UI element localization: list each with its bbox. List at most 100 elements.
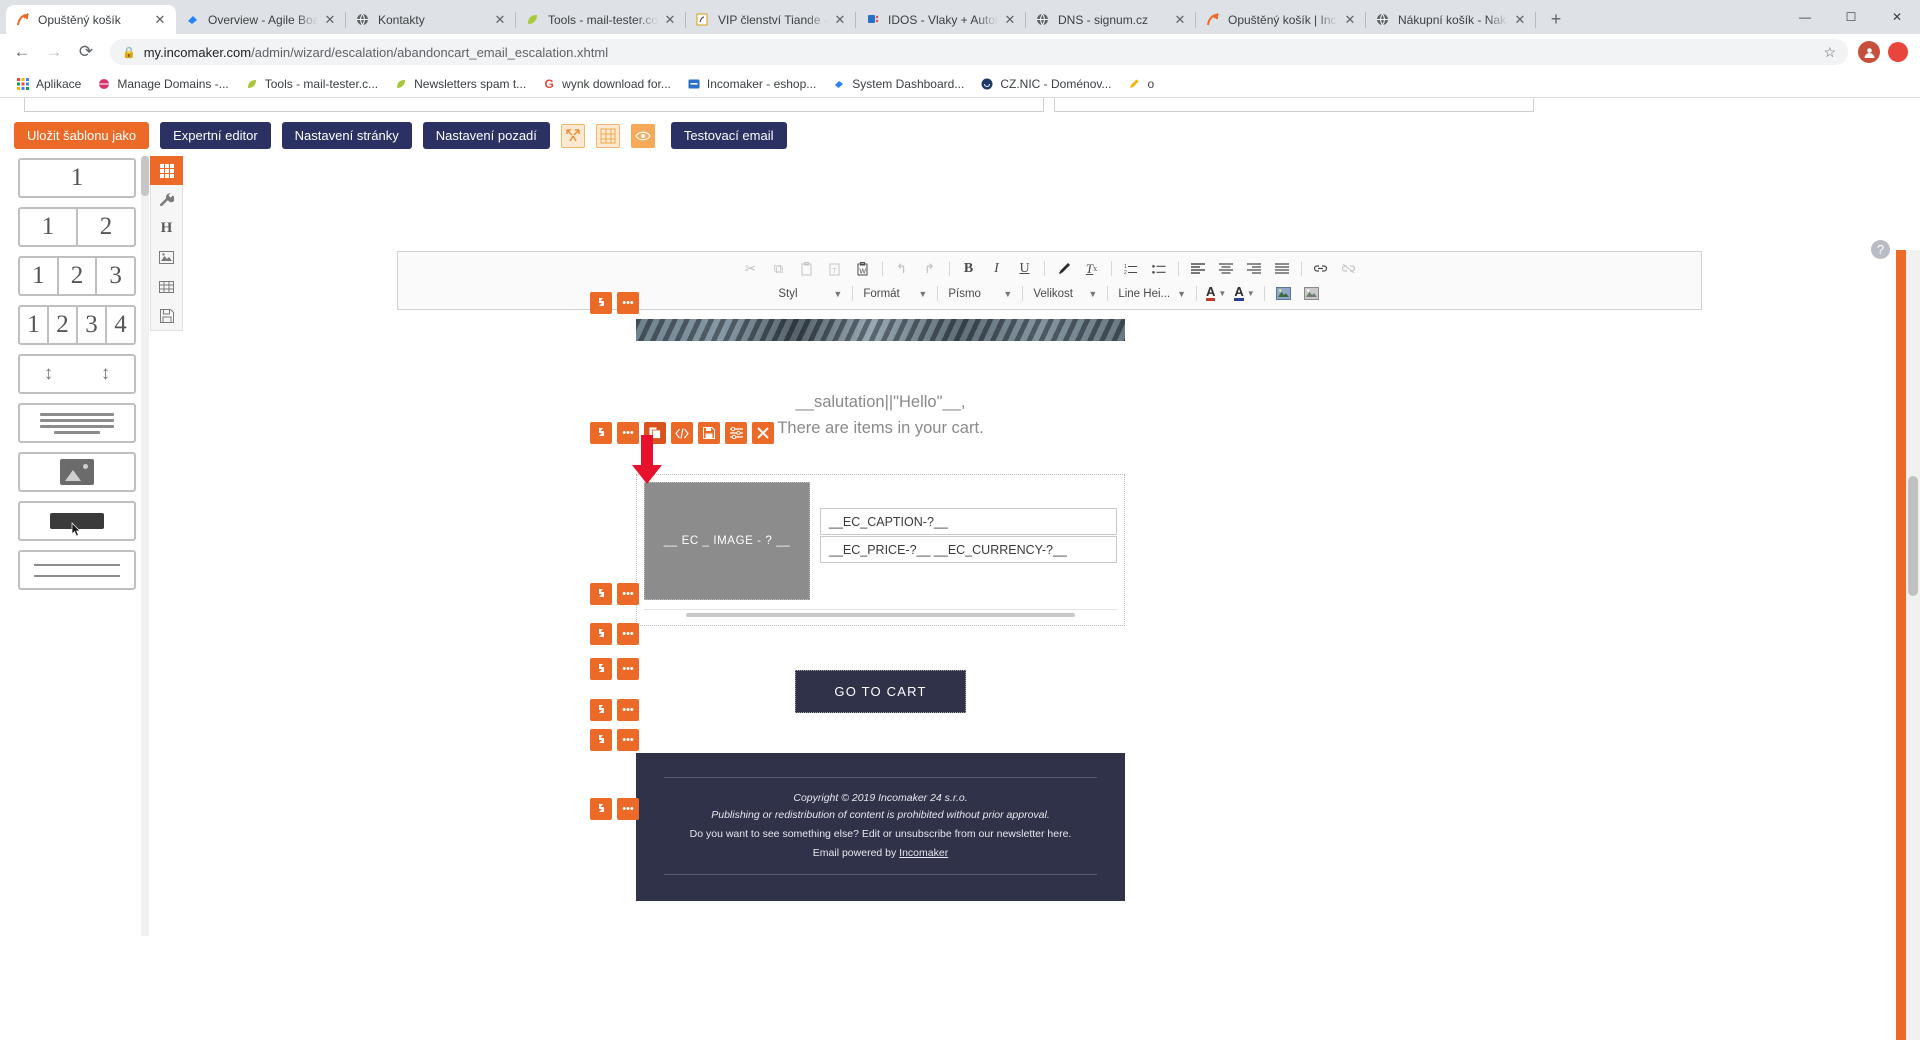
bookmark-item[interactable]: System Dashboard... [826,74,970,94]
close-icon[interactable]: ✕ [1002,12,1018,28]
text-color-icon[interactable]: A ▼ [1206,285,1226,301]
numbered-list-icon[interactable]: 12 [1120,258,1142,279]
new-tab-button[interactable]: + [1542,6,1570,34]
go-to-cart-button[interactable]: GO TO CART [795,670,966,713]
source-code-icon[interactable] [671,422,693,444]
browser-tab[interactable]: Opuštěný košík | Incom ✕ [1196,5,1366,34]
more-options-icon[interactable]: ••• [617,729,639,751]
preview-eye-icon[interactable] [630,123,655,148]
bookmark-item[interactable]: CZ.NIC - Doménov... [974,74,1117,94]
close-icon[interactable]: ✕ [322,12,338,28]
size-select[interactable]: Velikost ▼ [1029,283,1101,304]
product-caption-field[interactable]: __EC_CAPTION-?__ [820,508,1117,535]
close-icon[interactable]: ✕ [832,12,848,28]
palette-one-column[interactable]: 1 [18,158,136,198]
more-options-icon[interactable]: ••• [617,798,639,820]
paste-from-word-icon[interactable]: W [852,258,874,279]
bookmark-item[interactable]: Aplikace [10,74,87,94]
image-edit-icon[interactable] [150,243,183,272]
close-icon[interactable]: ✕ [662,12,678,28]
copy-icon[interactable]: ⧉ [768,258,790,279]
save-icon[interactable] [150,301,183,330]
format-select[interactable]: Formát ▼ [859,283,931,304]
save-template-as-button[interactable]: Uložit šablonu jako [14,122,150,149]
bookmark-item[interactable]: G wynk download for... [536,74,677,94]
bookmark-item[interactable]: Manage Domains -... [91,74,234,94]
product-block[interactable]: __ EC _ IMAGE - ? __ __EC_CAPTION-?__ __… [636,474,1125,626]
avatar[interactable] [1858,41,1880,63]
close-x-icon[interactable] [752,422,774,444]
product-price-field[interactable]: __EC_PRICE-?__ __EC_CURRENCY-?__ [820,536,1117,563]
minimize-button[interactable]: — [1782,0,1828,34]
remove-format-brush-icon[interactable] [1053,258,1075,279]
move-vertical-icon[interactable] [590,623,612,645]
expert-editor-button[interactable]: Expertní editor [160,122,271,149]
move-vertical-icon[interactable] [590,583,612,605]
align-right-icon[interactable] [1243,258,1265,279]
palette-scrollbar-thumb[interactable] [141,156,149,196]
close-icon[interactable]: ✕ [1512,12,1528,28]
bookmark-item[interactable]: Tools - mail-tester.c... [239,74,384,94]
close-icon[interactable]: ✕ [492,12,508,28]
bulleted-list-icon[interactable] [1148,258,1170,279]
italic-icon[interactable]: I [986,258,1008,279]
background-settings-button[interactable]: Nastavení pozadí [422,122,550,149]
page-scrollbar-thumb[interactable] [1908,476,1918,596]
justify-icon[interactable] [1271,258,1293,279]
browser-tab[interactable]: DNS - signum.cz ✕ [1026,5,1196,34]
bookmark-item[interactable]: Incomaker - eshop... [681,74,822,94]
palette-spacer-block[interactable]: ↕ ↕ [18,354,136,394]
grid-icon[interactable] [595,123,620,148]
paste-icon[interactable] [796,258,818,279]
palette-scrollbar-track[interactable] [141,156,149,936]
more-options-icon[interactable]: ••• [617,583,639,605]
background-color-icon[interactable]: A ▼ [1234,285,1255,301]
address-bar[interactable]: 🔒 my.incomaker.com/admin/wizard/escalati… [110,39,1848,65]
move-vertical-icon[interactable] [590,798,612,820]
insert-image-icon[interactable] [1273,283,1295,304]
unlink-icon[interactable] [1338,258,1360,279]
move-vertical-icon[interactable] [590,292,612,314]
reload-icon[interactable]: ⟳ [72,38,100,66]
move-vertical-icon[interactable] [590,422,612,444]
align-left-icon[interactable] [1187,258,1209,279]
help-question-icon[interactable]: ? [1871,240,1890,259]
star-icon[interactable]: ☆ [1823,44,1836,61]
test-email-button[interactable]: Testovací email [670,122,787,149]
back-icon[interactable]: ← [8,38,36,66]
lineheight-select[interactable]: Line Hei... ▼ [1114,283,1190,304]
palette-button-block[interactable] [18,501,136,541]
product-block-scrollbar[interactable] [644,609,1117,619]
save-disk-icon[interactable] [698,422,720,444]
bold-icon[interactable]: B [958,258,980,279]
hero-image[interactable] [636,319,1125,341]
extension-icon[interactable] [1884,38,1912,66]
browser-tab[interactable]: VIP členství Tiande - Na ✕ [686,5,856,34]
align-center-icon[interactable] [1215,258,1237,279]
palette-text-block[interactable] [18,403,136,443]
browser-tab[interactable]: Kontakty ✕ [346,5,516,34]
underline-icon[interactable]: U [1014,258,1036,279]
browser-tab[interactable]: Nákupní košík - Naklad ✕ [1366,5,1536,34]
more-options-icon[interactable]: ••• [617,699,639,721]
font-select[interactable]: Písmo ▼ [944,283,1016,304]
close-icon[interactable]: ✕ [1172,12,1188,28]
page-scrollbar-track[interactable] [1906,250,1920,1040]
close-icon[interactable]: ✕ [152,12,168,28]
image-manager-icon[interactable] [1301,283,1323,304]
more-options-icon[interactable]: ••• [617,658,639,680]
table-icon[interactable] [150,272,183,301]
resize-arrows-icon[interactable] [560,123,585,148]
footer-unsubscribe[interactable]: Do you want to see something else? Edit … [664,826,1097,843]
browser-tab[interactable]: IDOS - Vlaky + Autobu ✕ [856,5,1026,34]
move-vertical-icon[interactable] [590,699,612,721]
close-icon[interactable]: ✕ [1342,12,1358,28]
move-vertical-icon[interactable] [590,729,612,751]
browser-tab[interactable]: Tools - mail-tester.com ✕ [516,5,686,34]
heading-icon[interactable]: H [150,214,183,243]
maximize-button[interactable]: ☐ [1828,0,1874,34]
product-image-placeholder[interactable]: __ EC _ IMAGE - ? __ [644,482,810,600]
cut-icon[interactable]: ✂ [740,258,762,279]
redo-icon[interactable]: ↱ [919,258,941,279]
more-options-icon[interactable]: ••• [617,292,639,314]
